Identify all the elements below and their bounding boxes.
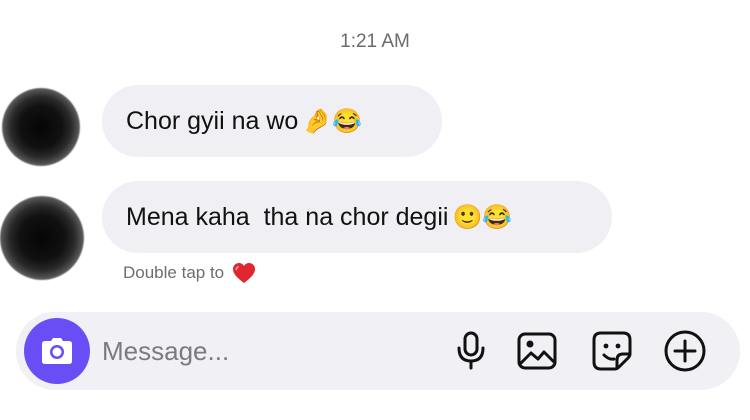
double-tap-label: Double tap to	[123, 263, 225, 282]
message-timestamp: 1:21 AM	[340, 31, 410, 52]
gallery-button[interactable]	[513, 327, 561, 375]
heart-icon	[233, 263, 256, 283]
voice-message-button[interactable]	[447, 327, 495, 375]
message-bubble[interactable]: Chor gyii na wo 🤌😂	[102, 85, 442, 157]
sticker-button[interactable]	[588, 327, 636, 375]
message-text: Chor gyii na wo	[126, 106, 299, 135]
plus-circle-icon	[664, 330, 706, 372]
message-emoji: 🤌😂	[302, 107, 363, 135]
message-input[interactable]: Message...	[102, 312, 229, 390]
microphone-icon	[457, 331, 485, 370]
message-text: Mena kaha tha na chor degii	[126, 202, 449, 231]
sticker-icon	[592, 331, 632, 371]
double-tap-hint: Double tap to	[123, 262, 256, 284]
camera-button[interactable]	[24, 318, 90, 384]
camera-icon	[42, 338, 72, 364]
image-icon	[517, 332, 557, 370]
avatar[interactable]	[2, 88, 80, 166]
message-composer: Message...	[16, 312, 740, 390]
message-bubble[interactable]: Mena kaha tha na chor degii 🙂😂	[102, 181, 612, 253]
add-content-button[interactable]	[661, 327, 709, 375]
message-emoji: 🙂😂	[452, 203, 513, 231]
avatar[interactable]	[0, 196, 84, 280]
